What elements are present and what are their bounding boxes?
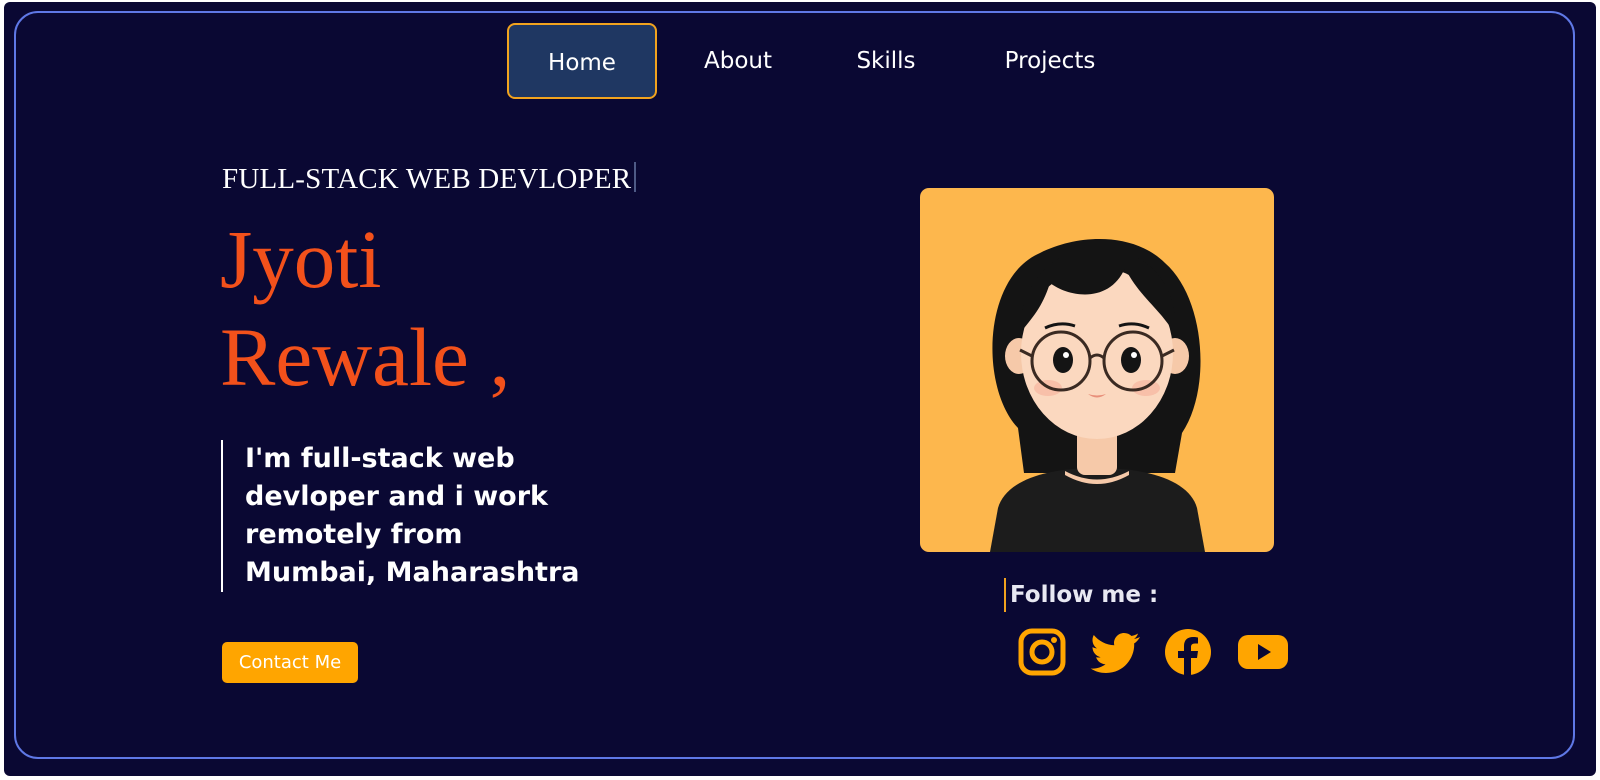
hero-name: Jyoti Rewale , [220,210,510,406]
nav-about[interactable]: About [683,23,793,99]
facebook-icon[interactable] [1162,626,1214,678]
instagram-icon[interactable] [1016,626,1068,678]
hero-bio: I'm full-stack web devloper and i work r… [221,440,581,592]
youtube-icon[interactable] [1237,626,1289,678]
hero-subtitle: FULL-STACK WEB DEVLOPER [222,162,637,196]
hero-subtitle-text: FULL-STACK WEB DEVLOPER [222,163,632,195]
follow-me-label: Follow me : [1004,578,1158,612]
twitter-icon[interactable] [1089,626,1141,678]
nav-home[interactable]: Home [507,23,657,99]
hero-name-first: Jyoti [220,213,382,305]
avatar-image [920,188,1274,552]
contact-me-button[interactable]: Contact Me [222,642,358,683]
typing-caret [634,162,637,192]
nav-projects[interactable]: Projects [985,23,1115,99]
hero-name-last: Rewale , [220,311,511,403]
nav-skills[interactable]: Skills [836,23,936,99]
